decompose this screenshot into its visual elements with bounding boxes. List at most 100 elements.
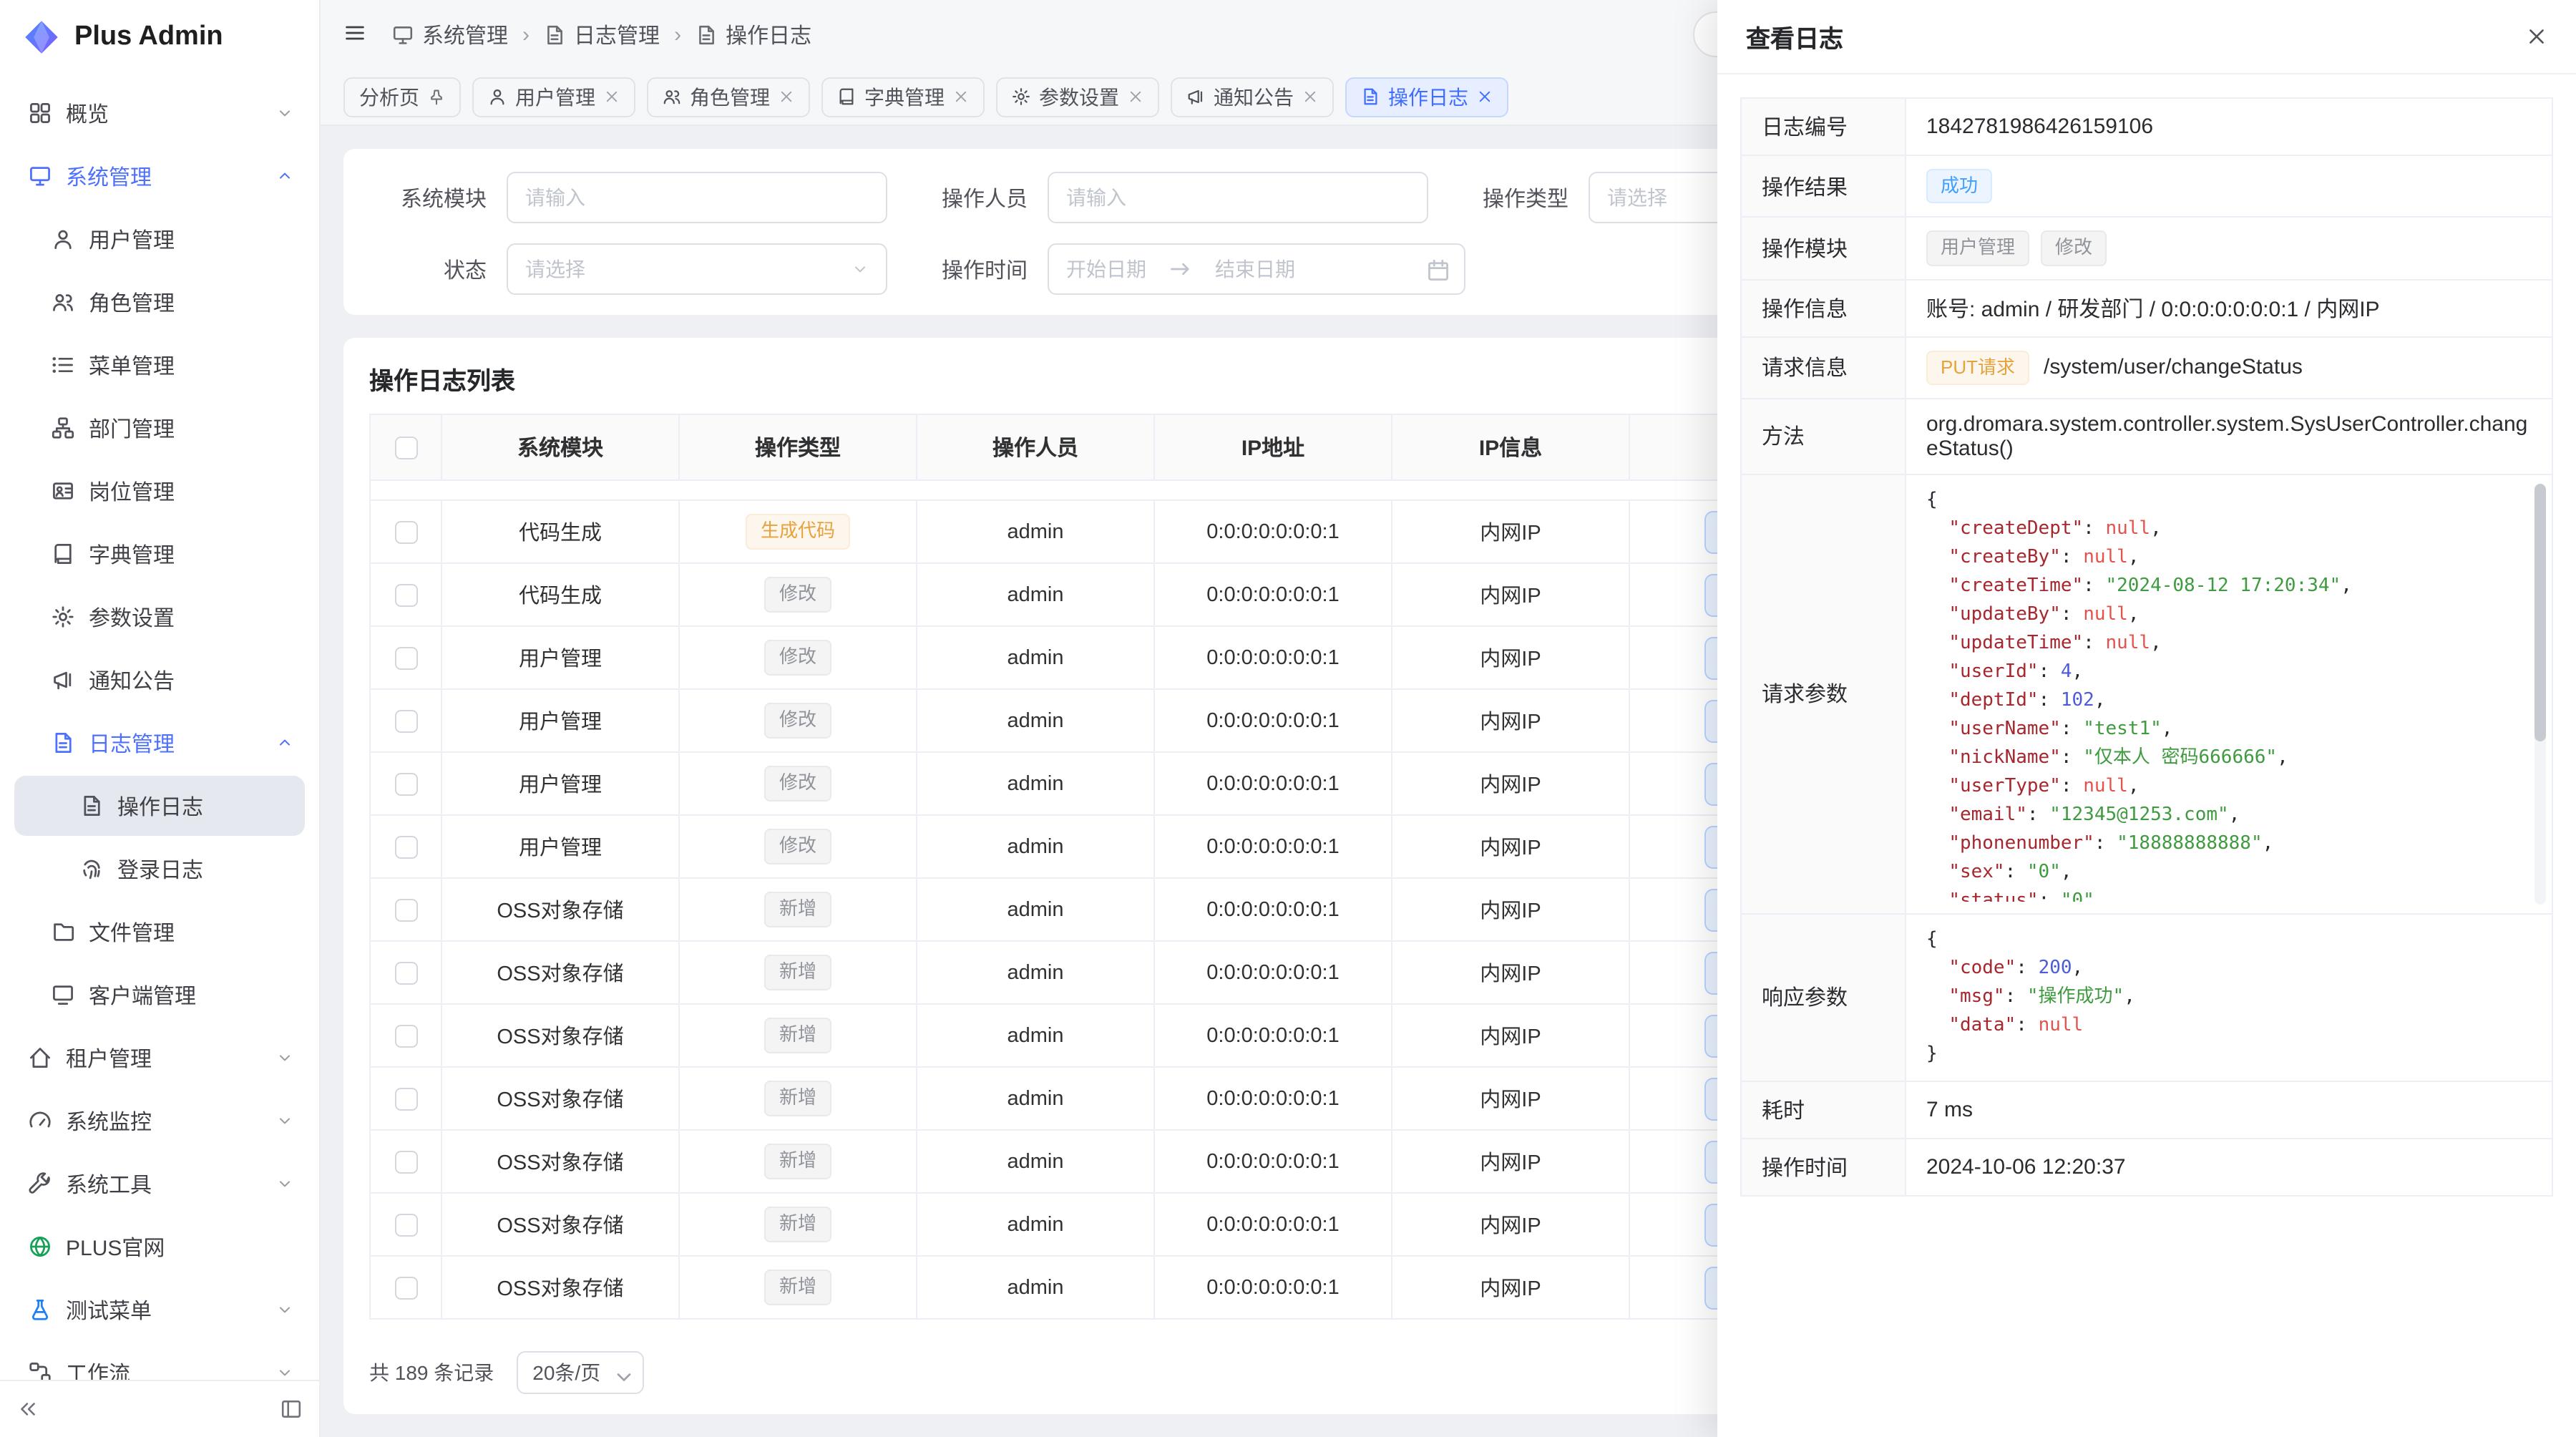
scrollbar-track[interactable] [2534, 484, 2546, 905]
close-tab-icon[interactable] [1477, 89, 1493, 104]
close-icon[interactable] [2526, 26, 2547, 47]
cell-module: 用户管理 [441, 752, 679, 815]
field-label: 操作结果 [1741, 155, 1906, 218]
filter-field-operator: 操作人员请输入 [927, 172, 1428, 223]
app-logo[interactable]: Plus Admin [0, 0, 319, 74]
tab-param-settings[interactable]: 参数设置 [996, 77, 1159, 117]
row-checkbox[interactable] [394, 520, 417, 543]
sidebar-item-login-log[interactable]: 登录日志 [14, 839, 305, 899]
row-checkbox[interactable] [394, 646, 417, 669]
row-checkbox[interactable] [394, 1024, 417, 1047]
close-icon [1128, 89, 1143, 104]
page-size-value: 20条/页 [532, 1358, 600, 1387]
sidebar-item-test-menu[interactable]: 测试菜单 [14, 1280, 305, 1340]
sidebar-item-plus-site[interactable]: PLUS官网 [14, 1217, 305, 1277]
cell-operator: admin [917, 626, 1154, 689]
sidebar-item-label: 日志管理 [89, 728, 175, 758]
sidebar-item-client-mgmt[interactable]: 客户端管理 [14, 965, 305, 1025]
operator-input[interactable]: 请输入 [1048, 172, 1428, 223]
row-checkbox[interactable] [394, 772, 417, 795]
tab-label: 参数设置 [1039, 82, 1119, 111]
tab-role-mgmt[interactable]: 角色管理 [647, 77, 810, 117]
row-checkbox[interactable] [394, 1276, 417, 1299]
cell-ip: 0:0:0:0:0:0:0:1 [1154, 563, 1392, 626]
tab-notice[interactable]: 通知公告 [1171, 77, 1334, 117]
sidebar-item-system-tools[interactable]: 系统工具 [14, 1154, 305, 1214]
row-checkbox[interactable] [394, 1150, 417, 1173]
cell-ip: 0:0:0:0:0:0:0:1 [1154, 815, 1392, 878]
panel-pin-icon[interactable] [280, 1398, 302, 1420]
close-tab-icon[interactable] [953, 89, 969, 104]
log-detail-table: 日志编号 1842781986426159106 操作结果 成功 操作模块 用户… [1740, 97, 2553, 1197]
cell-ip-info: 内网IP [1392, 752, 1629, 815]
collapse-sidebar-icon[interactable] [17, 1398, 39, 1420]
sidebar-item-workflow[interactable]: 工作流 [14, 1343, 305, 1380]
select-all-checkbox[interactable] [394, 437, 417, 459]
sidebar-item-system-monitor[interactable]: 系统监控 [14, 1091, 305, 1151]
sidebar-item-log-mgmt[interactable]: 日志管理 [14, 713, 305, 773]
close-tab-icon[interactable] [604, 89, 620, 104]
sidebar-item-dept-mgmt[interactable]: 部门管理 [14, 398, 305, 458]
sidebar-item-post-mgmt[interactable]: 岗位管理 [14, 461, 305, 521]
sidebar-item-notice[interactable]: 通知公告 [14, 650, 305, 710]
page-size-select[interactable]: 20条/页 [517, 1351, 643, 1394]
cell-ip: 0:0:0:0:0:0:0:1 [1154, 1004, 1392, 1067]
row-checkbox[interactable] [394, 1213, 417, 1236]
sidebar-item-menu-mgmt[interactable]: 菜单管理 [14, 335, 305, 395]
sidebar-item-user-mgmt[interactable]: 用户管理 [14, 209, 305, 269]
cell-module: 代码生成 [441, 563, 679, 626]
filter-label: 操作时间 [927, 254, 1028, 284]
sidebar-item-operation-log[interactable]: 操作日志 [14, 776, 305, 836]
table-footer: 共 189 条记录 20条/页 [369, 1351, 643, 1394]
cell-ip: 0:0:0:0:0:0:0:1 [1154, 1067, 1392, 1130]
close-tab-icon[interactable] [1302, 89, 1318, 104]
field-label: 请求信息 [1741, 336, 1906, 399]
operation-type-tag: 新增 [765, 1018, 831, 1053]
sidebar-item-file-mgmt[interactable]: 文件管理 [14, 902, 305, 962]
cost-value: 7 ms [1906, 1081, 2552, 1139]
scrollbar-thumb[interactable] [2534, 484, 2546, 741]
tab-user-mgmt[interactable]: 用户管理 [472, 77, 635, 117]
chevron-down-icon [276, 1364, 293, 1380]
row-checkbox[interactable] [394, 835, 417, 858]
cell-module: 代码生成 [441, 500, 679, 563]
sidebar-item-label: 文件管理 [89, 917, 175, 947]
close-tab-icon[interactable] [779, 89, 794, 104]
tab-operation-log[interactable]: 操作日志 [1345, 77, 1508, 117]
operation-type-tag: 修改 [765, 766, 831, 802]
row-checkbox[interactable] [394, 1087, 417, 1110]
sidebar-item-dict-mgmt[interactable]: 字典管理 [14, 524, 305, 584]
row-checkbox[interactable] [394, 961, 417, 984]
drawer-header: 查看日志 [1717, 0, 2576, 74]
sidebar-item-param-settings[interactable]: 参数设置 [14, 587, 305, 647]
operation-time-daterange-input[interactable]: 开始日期结束日期 [1048, 243, 1465, 295]
hamburger-menu-icon[interactable] [343, 21, 369, 47]
close-tab-icon[interactable] [1128, 89, 1143, 104]
tab-dict-mgmt[interactable]: 字典管理 [821, 77, 985, 117]
cell-operator: admin [917, 563, 1154, 626]
sidebar-item-system-mgmt[interactable]: 系统管理 [14, 146, 305, 206]
breadcrumb-item[interactable]: 日志管理 [544, 19, 660, 49]
cell-ip: 0:0:0:0:0:0:0:1 [1154, 1130, 1392, 1193]
system-module-input[interactable]: 请输入 [507, 172, 887, 223]
status-select[interactable]: 请选择 [507, 243, 887, 295]
cell-operator: admin [917, 1193, 1154, 1256]
pin-tab-icon[interactable] [428, 88, 445, 105]
row-checkbox[interactable] [394, 583, 417, 606]
sidebar-item-tenant-mgmt[interactable]: 租户管理 [14, 1028, 305, 1088]
gear-icon [1012, 87, 1030, 106]
chevron-down-icon [276, 1049, 293, 1066]
row-checkbox[interactable] [394, 898, 417, 921]
breadcrumb-item[interactable]: 系统管理 [392, 19, 508, 49]
operation-type-tag: 新增 [765, 1207, 831, 1242]
tab-analysis[interactable]: 分析页 [343, 77, 461, 117]
cell-ip: 0:0:0:0:0:0:0:1 [1154, 500, 1392, 563]
cell-operator: admin [917, 500, 1154, 563]
cell-module: OSS对象存储 [441, 1004, 679, 1067]
module-tag: 用户管理 [1926, 231, 2029, 266]
breadcrumb-item[interactable]: 操作日志 [696, 19, 811, 49]
detail-row: 操作信息 账号: admin / 研发部门 / 0:0:0:0:0:0:0:1 … [1741, 279, 2552, 336]
sidebar-item-overview[interactable]: 概览 [14, 83, 305, 143]
sidebar-item-role-mgmt[interactable]: 角色管理 [14, 272, 305, 332]
row-checkbox[interactable] [394, 709, 417, 732]
